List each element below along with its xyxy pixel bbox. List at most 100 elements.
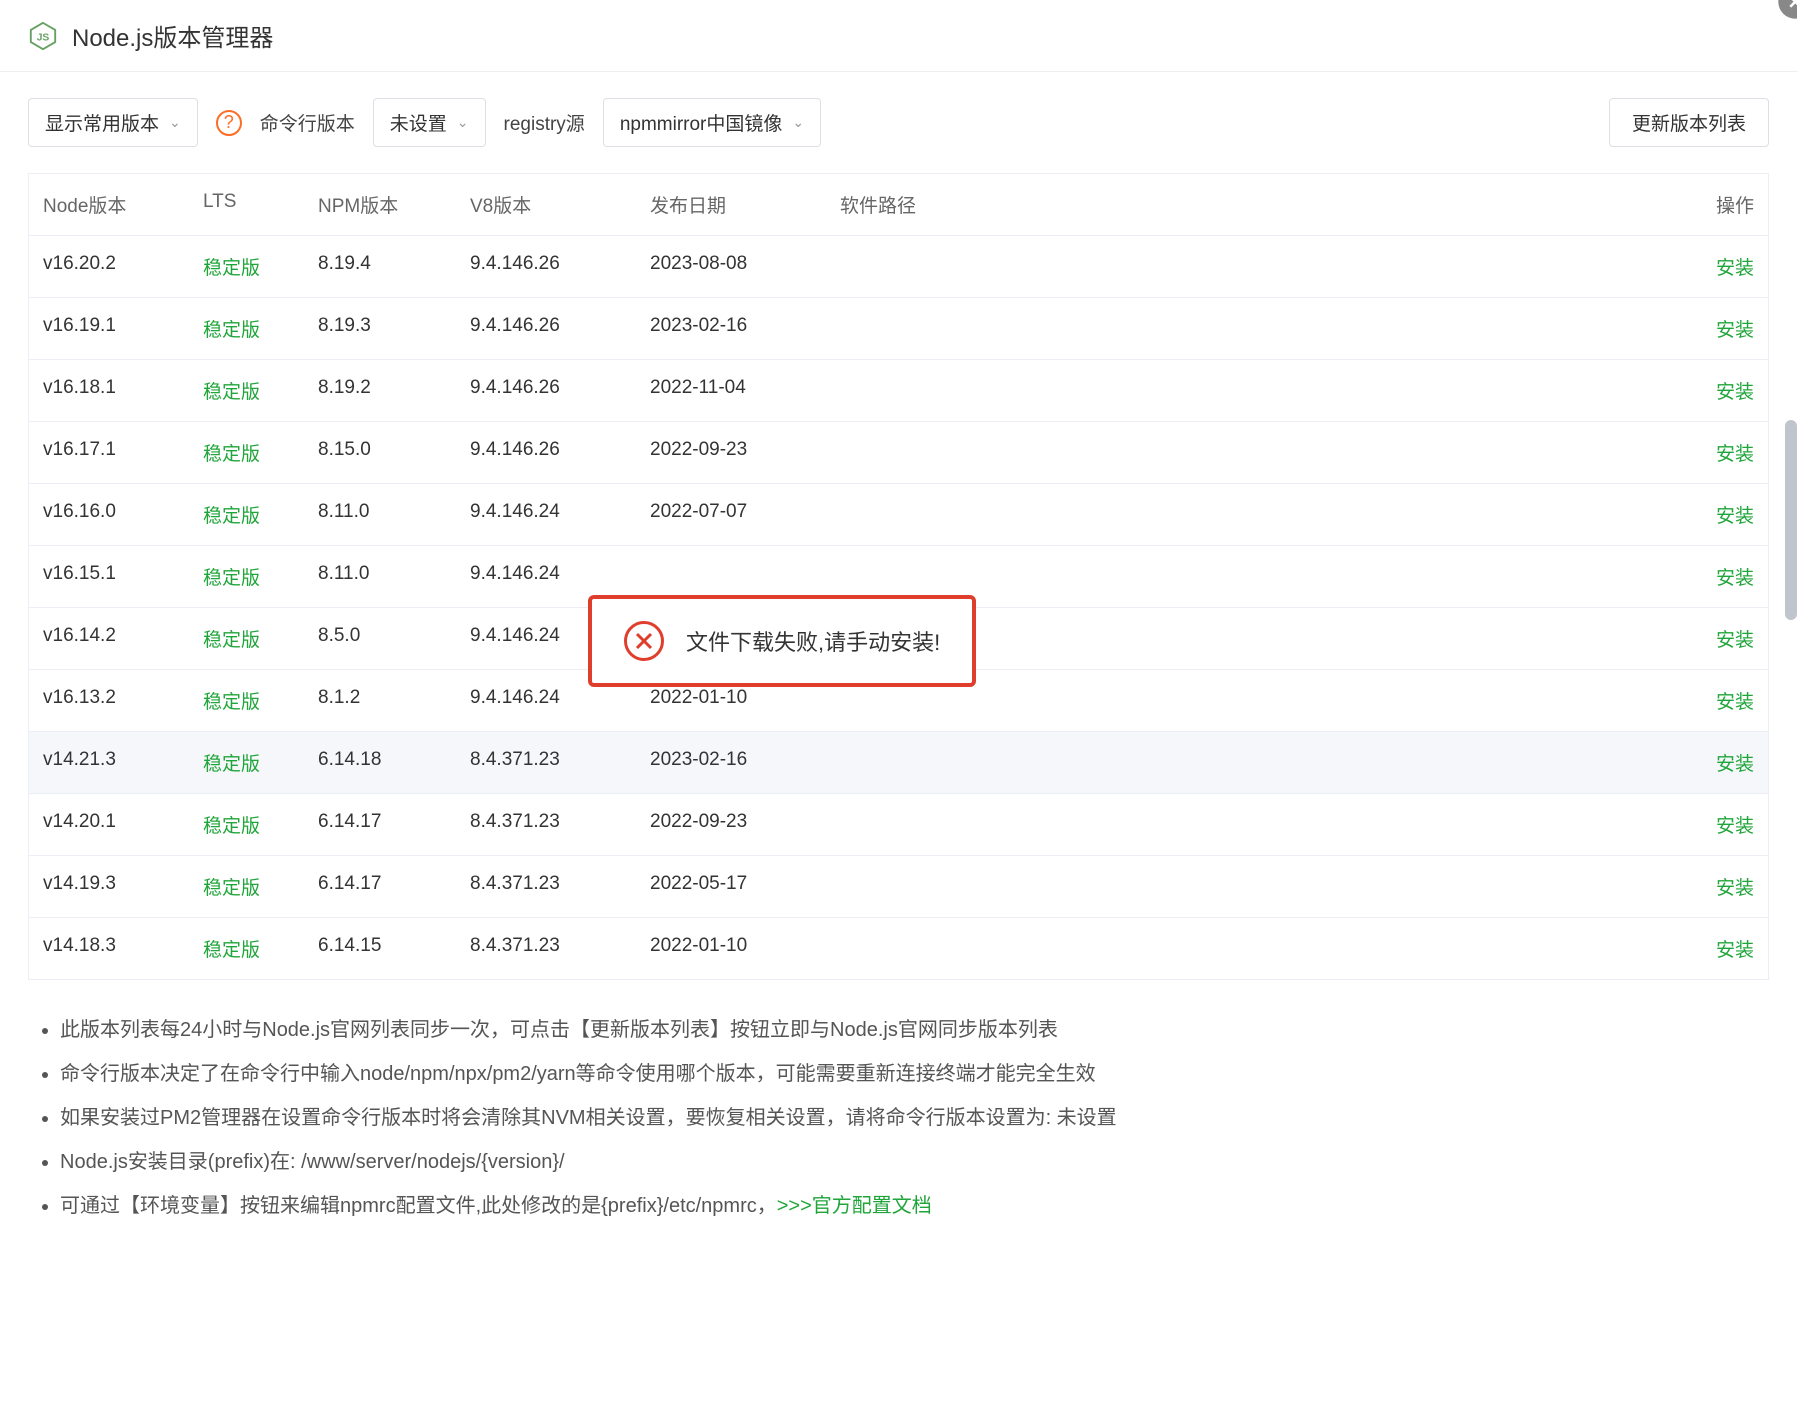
registry-label: registry源 (504, 109, 585, 136)
cell-lts: 稳定版 (189, 794, 304, 855)
version-filter-label: 显示常用版本 (45, 109, 159, 136)
cell-lts: 稳定版 (189, 546, 304, 607)
cell-v8-version: 9.4.146.26 (456, 298, 636, 359)
cell-path (826, 298, 1688, 359)
cell-v8-version: 8.4.371.23 (456, 918, 636, 979)
install-button[interactable]: 安装 (1716, 816, 1754, 837)
col-header-path: 软件路径 (826, 174, 1688, 235)
scrollbar[interactable] (1785, 140, 1797, 990)
table-row[interactable]: v16.17.1稳定版8.15.09.4.146.262022-09-23安装 (29, 422, 1768, 484)
install-button[interactable]: 安装 (1716, 320, 1754, 341)
col-header-lts: LTS (189, 174, 304, 235)
table-row[interactable]: v14.20.1稳定版6.14.178.4.371.232022-09-23安装 (29, 794, 1768, 856)
cell-npm-version: 8.19.4 (304, 236, 456, 297)
table-row[interactable]: v14.18.3稳定版6.14.158.4.371.232022-01-10安装 (29, 918, 1768, 979)
install-button[interactable]: 安装 (1716, 444, 1754, 465)
cell-lts: 稳定版 (189, 670, 304, 731)
table-header: Node版本 LTS NPM版本 V8版本 发布日期 软件路径 操作 (29, 174, 1768, 236)
note-item: 可通过【环境变量】按钮来编辑npmrc配置文件,此处修改的是{prefix}/e… (60, 1184, 1763, 1228)
note-item: 此版本列表每24小时与Node.js官网列表同步一次，可点击【更新版本列表】按钮… (60, 1008, 1763, 1052)
cell-node-version: v16.16.0 (29, 484, 189, 545)
toolbar: 显示常用版本 ⌄ ? 命令行版本 未设置 ⌄ registry源 npmmirr… (0, 72, 1797, 173)
cell-node-version: v16.14.2 (29, 608, 189, 669)
cell-npm-version: 6.14.17 (304, 856, 456, 917)
cell-npm-version: 6.14.18 (304, 732, 456, 793)
header: JS Node.js版本管理器 (0, 0, 1797, 72)
cell-release-date: 2022-09-23 (636, 794, 826, 855)
cell-npm-version: 8.1.2 (304, 670, 456, 731)
col-header-date: 发布日期 (636, 174, 826, 235)
error-text: 文件下载失败,请手动安装! (686, 625, 940, 657)
install-button[interactable]: 安装 (1716, 630, 1754, 651)
table-row[interactable]: v16.19.1稳定版8.19.39.4.146.262023-02-16安装 (29, 298, 1768, 360)
cell-node-version: v14.19.3 (29, 856, 189, 917)
cell-v8-version: 8.4.371.23 (456, 794, 636, 855)
version-table: Node版本 LTS NPM版本 V8版本 发布日期 软件路径 操作 v16.2… (28, 173, 1769, 980)
cli-version-label: 命令行版本 (260, 109, 355, 136)
table-row[interactable]: v16.20.2稳定版8.19.49.4.146.262023-08-08安装 (29, 236, 1768, 298)
update-list-button[interactable]: 更新版本列表 (1609, 98, 1769, 147)
note-item: 如果安装过PM2管理器在设置命令行版本时将会清除其NVM相关设置，要恢复相关设置… (60, 1096, 1763, 1140)
install-button[interactable]: 安装 (1716, 754, 1754, 775)
cell-lts: 稳定版 (189, 732, 304, 793)
table-row[interactable]: v14.19.3稳定版6.14.178.4.371.232022-05-17 安装 (29, 856, 1768, 918)
table-row[interactable]: v14.21.3稳定版6.14.188.4.371.232023-02-16 安装 (29, 732, 1768, 794)
install-button[interactable]: 安装 (1716, 506, 1754, 527)
registry-value: npmmirror中国镜像 (620, 109, 783, 136)
version-filter-dropdown[interactable]: 显示常用版本 ⌄ (28, 98, 198, 147)
cell-v8-version: 8.4.371.23 (456, 856, 636, 917)
cell-path (826, 236, 1688, 297)
chevron-down-icon: ⌄ (457, 114, 469, 131)
cell-lts: 稳定版 (189, 360, 304, 421)
install-button[interactable]: 安装 (1716, 940, 1754, 961)
cell-npm-version: 6.14.15 (304, 918, 456, 979)
page-title: Node.js版本管理器 (72, 18, 273, 53)
note-item: 命令行版本决定了在命令行中输入node/npm/npx/pm2/yarn等命令使… (60, 1052, 1763, 1096)
cell-node-version: v16.19.1 (29, 298, 189, 359)
col-header-action: 操作 (1688, 174, 1768, 235)
install-button[interactable]: 安装 (1716, 878, 1754, 899)
cell-path (826, 856, 1688, 917)
note-text: 可通过【环境变量】按钮来编辑npmrc配置文件,此处修改的是{prefix}/e… (60, 1195, 777, 1217)
install-button[interactable]: 安装 (1716, 568, 1754, 589)
install-button[interactable]: 安装 (1716, 258, 1754, 279)
install-button[interactable]: 安装 (1716, 692, 1754, 713)
cell-v8-version: 8.4.371.23 (456, 732, 636, 793)
cell-path (826, 918, 1688, 979)
cell-npm-version: 8.11.0 (304, 546, 456, 607)
cell-node-version: v16.13.2 (29, 670, 189, 731)
cell-lts: 稳定版 (189, 484, 304, 545)
cell-release-date: 2023-02-16 (636, 298, 826, 359)
cell-npm-version: 8.19.3 (304, 298, 456, 359)
cell-npm-version: 8.19.2 (304, 360, 456, 421)
scrollbar-thumb[interactable] (1785, 420, 1797, 620)
table-row[interactable]: v16.18.1稳定版8.19.29.4.146.262022-11-04安装 (29, 360, 1768, 422)
cell-release-date: 2022-01-10 (636, 918, 826, 979)
cell-release-date: 2023-08-08 (636, 236, 826, 297)
nodejs-logo-icon: JS (28, 21, 58, 51)
close-icon (1787, 0, 1797, 10)
error-icon (624, 621, 664, 661)
help-icon[interactable]: ? (216, 110, 242, 136)
cell-lts: 稳定版 (189, 422, 304, 483)
error-toast: 文件下载失败,请手动安装! (588, 595, 976, 687)
cell-v8-version: 9.4.146.26 (456, 236, 636, 297)
cell-release-date: 2023-02-16 (636, 732, 826, 793)
cell-release-date: 2022-05-17 (636, 856, 826, 917)
table-row[interactable]: v16.16.0稳定版8.11.09.4.146.242022-07-07安装 (29, 484, 1768, 546)
cell-path (826, 732, 1688, 793)
cell-lts: 稳定版 (189, 608, 304, 669)
cli-version-dropdown[interactable]: 未设置 ⌄ (373, 98, 486, 147)
cell-v8-version: 9.4.146.24 (456, 484, 636, 545)
cell-release-date: 2022-11-04 (636, 360, 826, 421)
registry-dropdown[interactable]: npmmirror中国镜像 ⌄ (603, 98, 821, 147)
cell-node-version: v14.20.1 (29, 794, 189, 855)
cell-node-version: v14.21.3 (29, 732, 189, 793)
cell-node-version: v16.17.1 (29, 422, 189, 483)
cell-lts: 稳定版 (189, 856, 304, 917)
docs-link[interactable]: >>>官方配置文档 (777, 1195, 932, 1217)
install-button[interactable]: 安装 (1716, 382, 1754, 403)
cell-path (826, 484, 1688, 545)
cell-npm-version: 8.15.0 (304, 422, 456, 483)
cell-node-version: v16.20.2 (29, 236, 189, 297)
